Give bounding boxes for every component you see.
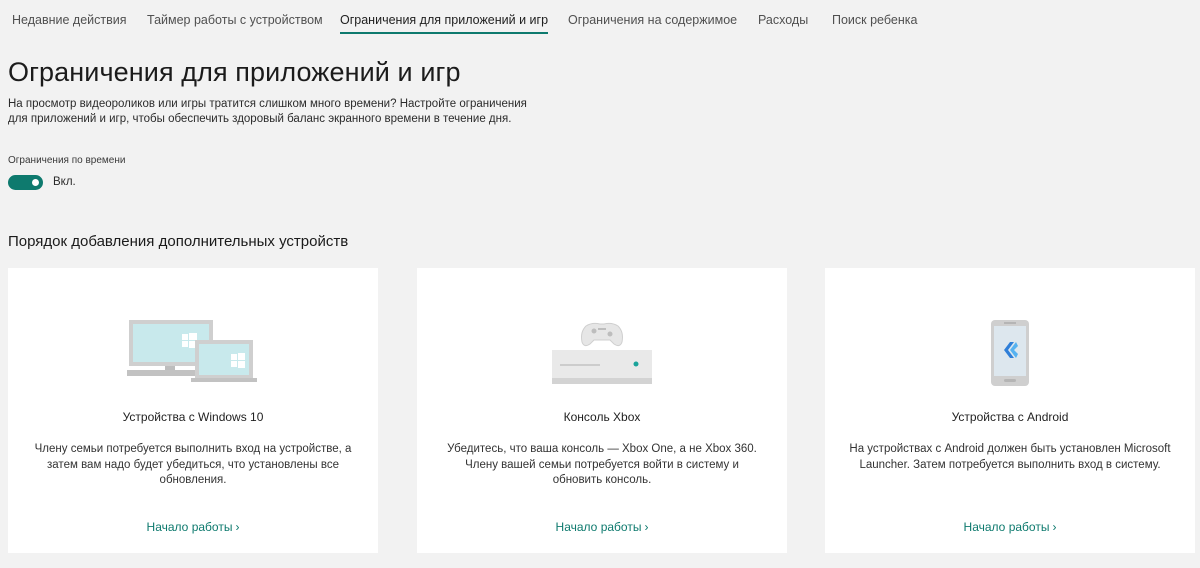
- android-phone-icon: [825, 320, 1195, 392]
- get-started-link[interactable]: Начало работы ›: [8, 520, 378, 534]
- card-title: Консоль Xbox: [563, 410, 641, 424]
- toggle-state-label: Вкл.: [53, 176, 76, 188]
- page-title: Ограничения для приложений и игр: [8, 57, 461, 87]
- tab-content-restrictions[interactable]: Ограничения на содержимое: [568, 0, 737, 34]
- chevron-right-icon: ›: [644, 520, 649, 534]
- link-label: Начало работы: [963, 520, 1050, 534]
- card-windows: Устройства с Windows 10 Члену семьи потр…: [8, 268, 378, 553]
- card-description: Члену семьи потребуется выполнить вход н…: [34, 443, 352, 486]
- tab-recent-activity[interactable]: Недавние действия: [12, 0, 127, 34]
- section-title: Порядок добавления дополнительных устрой…: [8, 233, 349, 250]
- tab-screen-time[interactable]: Таймер работы с устройством: [147, 0, 323, 34]
- chevron-right-icon: ›: [1052, 520, 1057, 534]
- nav-tabs: Недавние действия Таймер работы с устрой…: [0, 0, 1200, 40]
- link-label: Начало работы: [555, 520, 642, 534]
- xbox-console-icon: [417, 320, 787, 392]
- tab-spending[interactable]: Расходы: [758, 0, 808, 34]
- card-description: Убедитесь, что ваша консоль — Xbox One, …: [447, 443, 757, 486]
- card-android: Устройства с Android На устройствах с An…: [825, 268, 1195, 553]
- time-limits-toggle[interactable]: [8, 175, 43, 190]
- chevron-right-icon: ›: [235, 520, 240, 534]
- card-xbox: Консоль Xbox Убедитесь, что ваша консоль…: [417, 268, 787, 553]
- windows-devices-icon: [8, 320, 378, 392]
- card-description: На устройствах с Android должен быть уст…: [849, 443, 1171, 471]
- time-limits-label: Ограничения по времени: [8, 155, 126, 166]
- get-started-link[interactable]: Начало работы ›: [825, 520, 1195, 534]
- card-title: Устройства с Android: [951, 410, 1069, 424]
- get-started-link[interactable]: Начало работы ›: [417, 520, 787, 534]
- card-title: Устройства с Windows 10: [122, 410, 264, 424]
- page-description: На просмотр видеороликов или игры тратит…: [8, 98, 527, 125]
- tab-find-child[interactable]: Поиск ребенка: [832, 0, 917, 34]
- tab-app-game-limits[interactable]: Ограничения для приложений и игр: [340, 0, 549, 34]
- toggle-knob: [32, 179, 39, 186]
- link-label: Начало работы: [146, 520, 233, 534]
